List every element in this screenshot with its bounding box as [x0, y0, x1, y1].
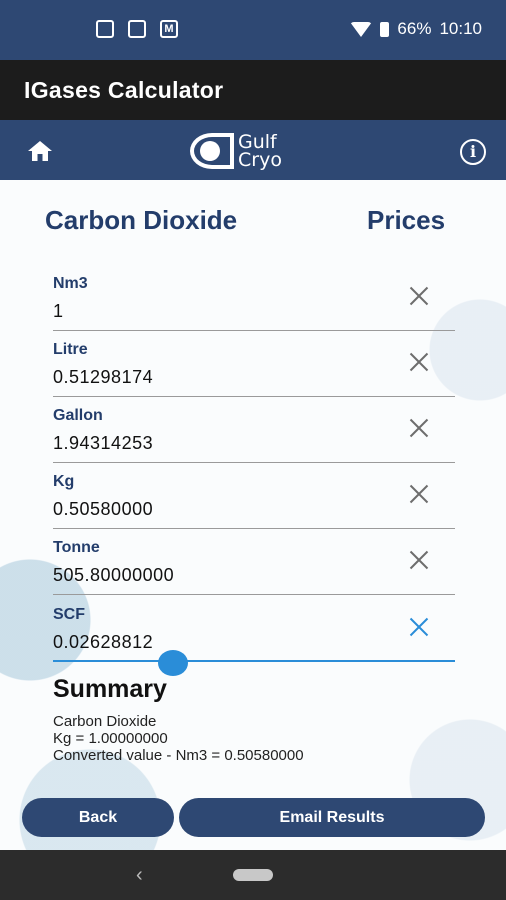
battery-icon [380, 21, 390, 37]
field-tonne[interactable]: Tonne 505.80000000 [53, 529, 455, 595]
image-icon [96, 20, 114, 38]
field-label: Gallon [53, 407, 103, 424]
field-nm3[interactable]: Nm3 1 [53, 265, 455, 331]
clock: 10:10 [439, 19, 482, 38]
logo-line2: Cryo [238, 149, 282, 171]
field-input[interactable]: 1 [53, 301, 64, 322]
back-button[interactable]: Back [22, 798, 174, 837]
gulf-cryo-logo: Gulf Cryo [190, 128, 320, 174]
clear-icon[interactable] [408, 285, 430, 307]
notification-icons: M [96, 20, 178, 38]
field-label: SCF [53, 606, 85, 623]
clear-icon[interactable] [408, 417, 430, 439]
summary-line: Converted value - Nm3 = 0.50580000 [53, 747, 304, 764]
field-label: Litre [53, 341, 88, 358]
app-title-bar: IGases Calculator [0, 60, 506, 120]
wifi-icon [350, 21, 373, 37]
system-back-icon[interactable]: ‹ [136, 864, 143, 887]
field-input[interactable]: 1.94314253 [53, 433, 153, 454]
field-gallon[interactable]: Gallon 1.94314253 [53, 397, 455, 463]
gas-title: Carbon Dioxide [45, 205, 238, 235]
field-label: Nm3 [53, 275, 88, 292]
clear-icon[interactable] [408, 616, 430, 638]
summary-line: Kg = 1.00000000 [53, 730, 168, 747]
prices-link[interactable]: Prices [367, 205, 445, 236]
system-home-pill[interactable] [233, 869, 273, 881]
status-bar: M 66% 10:10 [0, 0, 506, 60]
status-right: 66% 10:10 [350, 19, 482, 39]
field-scf[interactable]: SCF 0.02628812 [53, 596, 455, 662]
clear-icon[interactable] [408, 483, 430, 505]
field-input[interactable]: 505.80000000 [53, 565, 174, 586]
clear-icon[interactable] [408, 351, 430, 373]
app-title: IGases Calculator [24, 77, 224, 103]
clear-icon[interactable] [408, 549, 430, 571]
text-cursor-handle[interactable] [158, 650, 188, 676]
summary-title: Summary [53, 675, 167, 703]
info-icon[interactable]: i [460, 139, 486, 165]
field-label: Tonne [53, 539, 100, 556]
field-input[interactable]: 0.50580000 [53, 499, 153, 520]
field-input[interactable]: 0.51298174 [53, 367, 153, 388]
field-litre[interactable]: Litre 0.51298174 [53, 331, 455, 397]
email-results-button[interactable]: Email Results [179, 798, 485, 837]
home-icon[interactable] [27, 140, 53, 162]
gmail-icon: M [160, 20, 178, 38]
field-input[interactable]: 0.02628812 [53, 632, 153, 653]
field-kg[interactable]: Kg 0.50580000 [53, 463, 455, 529]
battery-level: 66% [397, 19, 432, 38]
app-icon [128, 20, 146, 38]
logo-mark [190, 133, 234, 169]
logo-text: Gulf Cryo [238, 133, 282, 171]
field-label: Kg [53, 473, 75, 490]
summary-line: Carbon Dioxide [53, 713, 157, 730]
